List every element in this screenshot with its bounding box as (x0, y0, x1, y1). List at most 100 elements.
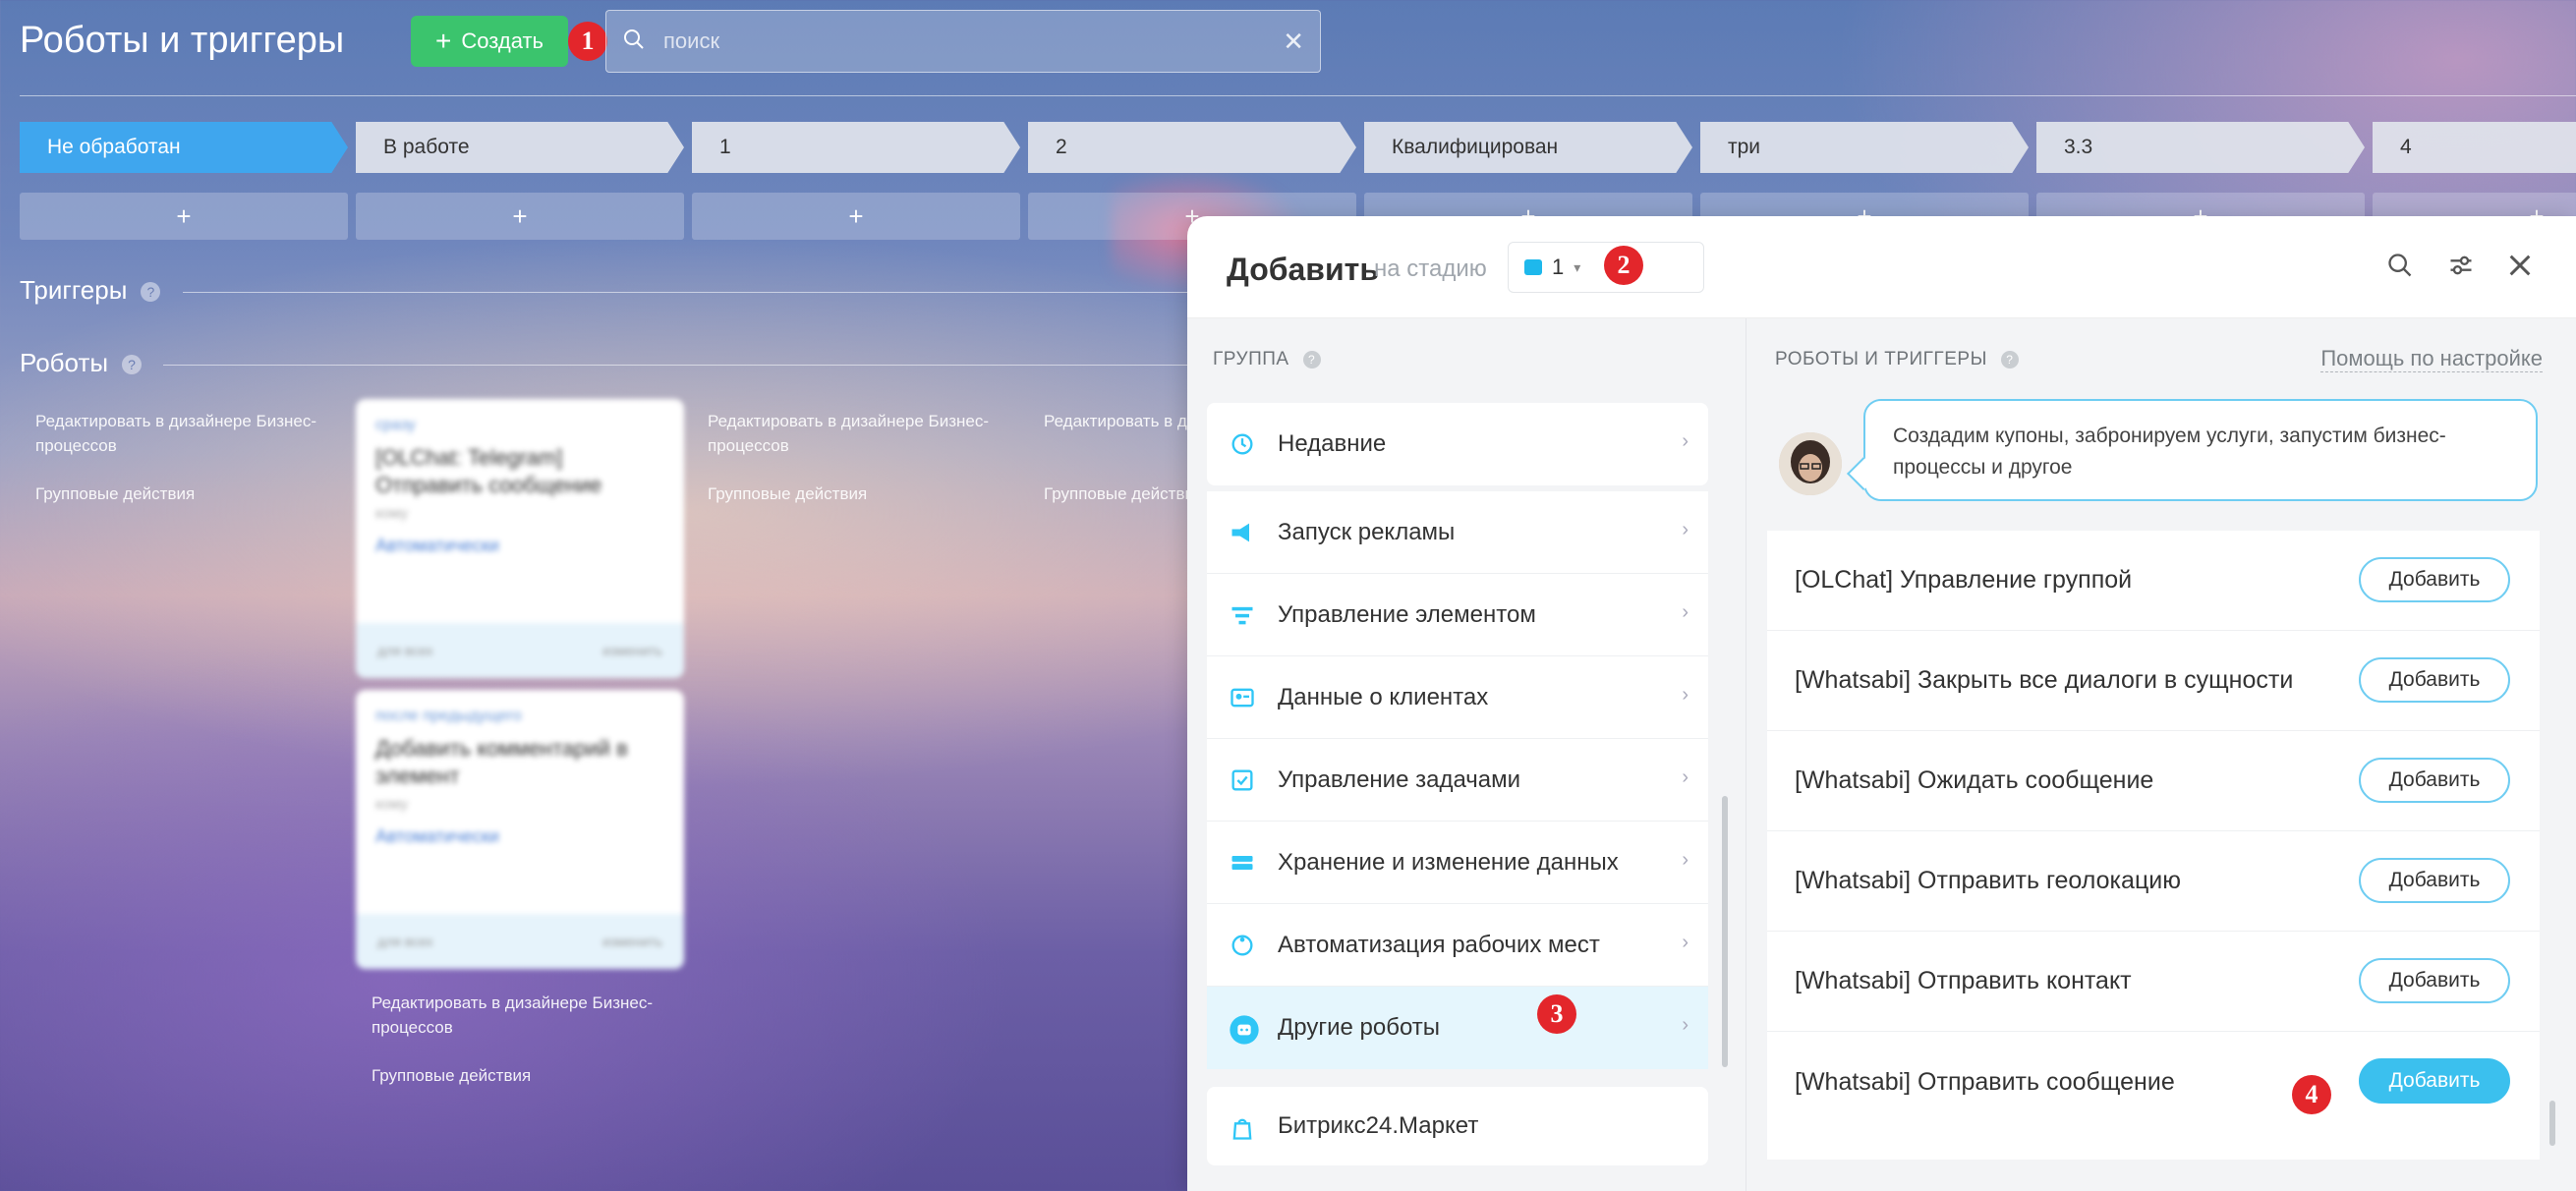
help-icon[interactable]: ? (1302, 350, 1321, 369)
edit-in-designer-link[interactable]: Редактировать в дизайнере Бизнес-процесс… (1044, 409, 1187, 433)
robot-mode: Автоматически (375, 826, 499, 846)
group-actions-link[interactable]: Групповые действия (708, 482, 1022, 506)
group-item-label: Данные о клиентах (1278, 683, 1489, 710)
market-card: Битрикс24.Маркет (1207, 1087, 1708, 1165)
group-item-label: Запуск рекламы (1278, 518, 1456, 545)
robots-list: [OLChat] Управление группой Добавить [Wh… (1767, 531, 2540, 1160)
group-actions-link[interactable]: Групповые действия (372, 1063, 686, 1088)
page-title: Роботы и триггеры (20, 20, 345, 61)
group-item-automation[interactable]: Автоматизация рабочих мест › (1207, 904, 1708, 987)
add-trigger-button[interactable]: + (20, 193, 348, 240)
section-divider (163, 365, 1195, 366)
robot-condition: сразу (375, 417, 416, 433)
list-item: [Whatsabi] Закрыть все диалоги в сущност… (1767, 631, 2540, 731)
robot-name: [Whatsabi] Отправить геолокацию (1795, 867, 2181, 894)
search-box[interactable]: ✕ (605, 10, 1321, 73)
group-item-other-robots[interactable]: Другие роботы › (1207, 987, 1708, 1069)
settings-sliders-icon[interactable] (2441, 246, 2481, 285)
megaphone-icon (1229, 519, 1256, 546)
stage-select-value: 1 (1552, 255, 1565, 279)
plus-icon: + (435, 26, 452, 56)
contact-card-icon (1229, 684, 1256, 711)
clear-search-icon[interactable]: ✕ (1283, 27, 1304, 57)
search-icon (622, 28, 646, 56)
robot-edit-link[interactable]: изменить (602, 643, 662, 658)
add-robot-button[interactable]: Добавить (2359, 858, 2510, 903)
chevron-right-icon: › (1682, 766, 1689, 788)
section-divider (183, 292, 1195, 293)
search-icon[interactable] (2380, 246, 2420, 285)
edit-in-designer-link[interactable]: Редактировать в дизайнере Бизнес-процесс… (35, 409, 350, 458)
stage-tab[interactable]: Квалифицирован (1364, 122, 1692, 173)
step-marker-2: 2 (1604, 246, 1643, 285)
edit-in-designer-link[interactable]: Редактировать в дизайнере Бизнес-процесс… (372, 991, 686, 1040)
robot-name: [Whatsabi] Закрыть все диалоги в сущност… (1795, 666, 2294, 694)
step-marker-1: 1 (568, 22, 607, 61)
robot-mode: Автоматически (375, 536, 499, 555)
create-button[interactable]: + Создать (411, 16, 568, 67)
group-item-label: Управление задачами (1278, 766, 1521, 793)
stage-tab[interactable]: три (1700, 122, 2029, 173)
group-actions-link[interactable]: Групповые действия (1044, 482, 1187, 506)
robot-card[interactable]: сразу [OLChat: Telegram] Отправить сообщ… (356, 399, 684, 678)
history-icon (1229, 430, 1256, 458)
help-icon[interactable]: ? (122, 355, 143, 375)
group-item-storage[interactable]: Хранение и изменение данных › (1207, 822, 1708, 904)
add-robot-button[interactable]: Добавить (2359, 958, 2510, 1003)
group-item-clients[interactable]: Данные о клиентах › (1207, 656, 1708, 739)
robot-audience: для всех (377, 643, 433, 658)
list-item: [Whatsabi] Отправить сообщение Добавить (1767, 1032, 2540, 1132)
robot-audience: для всех (377, 934, 433, 949)
stage-tab[interactable]: 2 (1028, 122, 1356, 173)
triggers-title: Триггеры (20, 275, 128, 305)
group-item-label: Недавние (1278, 430, 1387, 457)
add-robot-button-primary[interactable]: Добавить (2359, 1058, 2510, 1104)
stage-tab[interactable]: 3.3 (2036, 122, 2365, 173)
close-icon[interactable] (2500, 246, 2540, 285)
edit-in-designer-link[interactable]: Редактировать в дизайнере Бизнес-процесс… (708, 409, 1022, 458)
add-robot-button[interactable]: Добавить (2359, 657, 2510, 703)
stage-tab[interactable]: 1 (692, 122, 1020, 173)
robot-title: Добавить комментарий в элемент (375, 736, 628, 788)
robots-label-text: РОБОТЫ И ТРИГГЕРЫ (1775, 349, 1987, 369)
group-item-ads[interactable]: Запуск рекламы › (1207, 491, 1708, 574)
help-settings-link[interactable]: Помощь по настройке (2320, 346, 2543, 372)
group-scrollbar[interactable] (1722, 796, 1728, 1067)
create-button-label: Создать (461, 28, 544, 53)
stage-tab[interactable]: В работе (356, 122, 684, 173)
stage-flag-icon (1524, 259, 1542, 275)
group-item-label: Хранение и изменение данных (1278, 848, 1619, 876)
group-label: ГРУППА? (1213, 349, 1321, 370)
add-robot-button[interactable]: Добавить (2359, 758, 2510, 803)
step-marker-3: 3 (1537, 994, 1576, 1034)
robot-card[interactable]: после предыдущего Добавить комментарий в… (356, 690, 684, 969)
add-robot-button[interactable]: Добавить (2359, 557, 2510, 602)
funnel-icon (1229, 601, 1256, 629)
help-icon[interactable]: ? (141, 282, 161, 303)
group-actions-link[interactable]: Групповые действия (35, 482, 350, 506)
groups-list: Запуск рекламы › Управление элементом › … (1207, 491, 1708, 1069)
group-item-tasks[interactable]: Управление задачами › (1207, 739, 1708, 822)
search-input[interactable] (663, 28, 1284, 54)
robots-scrollbar[interactable] (2549, 1101, 2555, 1146)
group-item-market[interactable]: Битрикс24.Маркет (1207, 1087, 1708, 1165)
chevron-right-icon: › (1682, 430, 1689, 452)
add-trigger-button[interactable]: + (692, 193, 1020, 240)
storage-icon (1229, 849, 1256, 877)
robot-edit-link[interactable]: изменить (602, 934, 662, 949)
robot-title: [OLChat: Telegram] Отправить сообщение (375, 445, 602, 497)
group-item-label: Другие роботы (1278, 1014, 1441, 1041)
triggers-heading: Триггеры? (20, 275, 161, 306)
group-item-element[interactable]: Управление элементом › (1207, 574, 1708, 656)
chevron-right-icon: › (1682, 519, 1689, 540)
add-trigger-button[interactable]: + (356, 193, 684, 240)
group-item-recent[interactable]: Недавние › (1207, 403, 1708, 485)
help-icon[interactable]: ? (2000, 350, 2019, 369)
stage-bar: Не обработан В работе 1 2 Квалифицирован… (20, 122, 2576, 173)
group-item-label: Битрикс24.Маркет (1278, 1112, 1479, 1139)
stage-tab[interactable]: 4 (2373, 122, 2576, 173)
stage-tab[interactable]: Не обработан (20, 122, 348, 173)
step-marker-4: 4 (2292, 1075, 2331, 1114)
robot-recipient: кому (375, 796, 409, 813)
panel-subtitle: на стадию (1374, 255, 1487, 282)
